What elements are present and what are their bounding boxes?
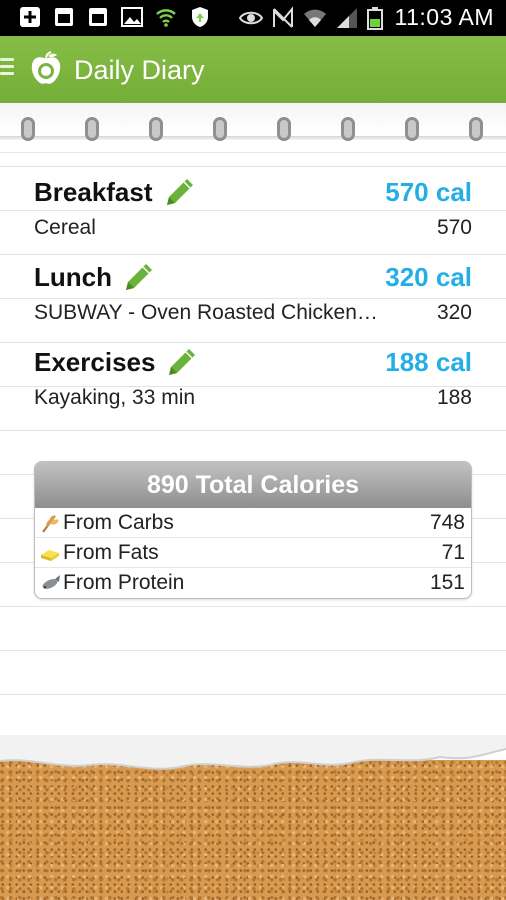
window-icon: [89, 8, 107, 26]
meal-entry-lunch[interactable]: Lunch 320 cal SUBWAY - Oven Roasted Chic…: [34, 257, 472, 325]
clock: 11:03 AM: [394, 4, 494, 30]
total-calories-title: 890 Total Calories: [35, 462, 471, 508]
meal-entry-breakfast[interactable]: Breakfast 570 cal Cereal 570: [34, 172, 472, 240]
status-bar: 11:03 AM: [0, 0, 506, 36]
entry-title: Breakfast: [34, 176, 153, 207]
carbs-value: 748: [429, 510, 465, 534]
cork-board-background: [0, 760, 506, 900]
app-title: Daily Diary: [74, 55, 205, 85]
fats-value: 71: [441, 540, 465, 564]
spiral-ring: [213, 117, 227, 141]
torn-paper-edge: [0, 735, 506, 770]
carbs-row: From Carbs 748: [35, 508, 471, 538]
app-bar: Daily Diary: [0, 36, 506, 103]
protein-row: From Protein 151: [35, 568, 471, 598]
shield-sync-icon: [192, 7, 208, 27]
carbs-label: From Carbs: [63, 510, 174, 534]
food-item-calories: 320: [436, 301, 472, 324]
edit-pencil-icon[interactable]: [165, 345, 199, 379]
add-box-icon: [20, 7, 40, 27]
fish-icon: [42, 575, 60, 589]
entry-calories: 570 cal: [385, 176, 472, 207]
food-item[interactable]: SUBWAY - Oven Roasted Chicken… 320: [34, 301, 472, 325]
food-item[interactable]: Cereal 570: [34, 216, 472, 240]
spiral-ring: [277, 117, 291, 141]
wifi-icon: [303, 9, 326, 27]
entry-calories: 188 cal: [385, 346, 472, 377]
food-item-calories: 570: [436, 216, 472, 239]
spiral-ring: [21, 117, 35, 141]
spiral-ring: [469, 117, 483, 141]
image-icon: [121, 7, 143, 27]
fats-label: From Fats: [63, 540, 159, 564]
spiral-ring: [85, 117, 99, 141]
eye-icon: [238, 11, 263, 24]
food-item-name: SUBWAY - Oven Roasted Chicken…: [34, 301, 378, 324]
menu-icon[interactable]: [0, 58, 14, 79]
exercise-item-calories: 188: [436, 386, 472, 409]
edit-pencil-icon[interactable]: [163, 175, 197, 209]
spiral-ring: [341, 117, 355, 141]
exercise-item[interactable]: Kayaking, 33 min 188: [34, 386, 472, 410]
exercise-entry[interactable]: Exercises 188 cal Kayaking, 33 min 188: [34, 342, 472, 410]
spiral-ring: [405, 117, 419, 141]
notebook-binding: [0, 103, 506, 153]
entry-calories: 320 cal: [385, 261, 472, 292]
notebook-binding-edge: [0, 136, 506, 140]
butter-icon: [41, 549, 59, 561]
exercise-item-name: Kayaking, 33 min: [34, 386, 196, 409]
wifi-signal-icon: [156, 9, 176, 27]
cell-signal-icon: [336, 7, 357, 28]
battery-icon: [366, 6, 383, 30]
no-signal-icon: [272, 5, 293, 28]
edit-pencil-icon[interactable]: [122, 260, 156, 294]
spiral-ring: [149, 117, 163, 141]
window-icon: [55, 8, 73, 26]
apple-logo-icon[interactable]: [28, 50, 64, 88]
food-item-name: Cereal: [34, 216, 96, 239]
entry-title: Lunch: [34, 261, 112, 292]
total-calories-card: 890 Total Calories From Carbs 748 From F…: [34, 461, 472, 599]
fats-row: From Fats 71: [35, 538, 471, 568]
wheat-icon: [42, 514, 59, 533]
entry-title: Exercises: [34, 346, 156, 377]
protein-label: From Protein: [63, 571, 185, 594]
protein-value: 151: [429, 571, 465, 594]
